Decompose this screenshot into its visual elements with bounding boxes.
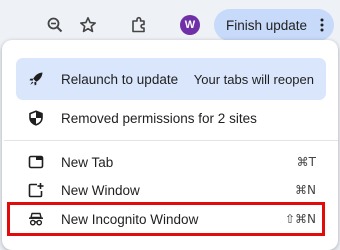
menu-divider bbox=[4, 140, 338, 141]
avatar[interactable]: W bbox=[180, 15, 200, 35]
avatar-letter: W bbox=[184, 19, 196, 31]
new-window-icon bbox=[27, 181, 45, 199]
tabs-reopen-note: Your tabs will reopen bbox=[193, 71, 314, 87]
puzzle-icon[interactable] bbox=[128, 14, 150, 36]
highlight-box bbox=[7, 202, 325, 236]
kebab-menu-icon[interactable] bbox=[320, 18, 324, 35]
removed-permissions-label: Removed permissions for 2 sites bbox=[61, 110, 257, 126]
new-window-label: New Window bbox=[61, 182, 140, 198]
new-tab-shortcut: ⌘T bbox=[296, 155, 316, 169]
new-tab-label: New Tab bbox=[61, 154, 114, 170]
new-window-shortcut: ⌘N bbox=[295, 183, 316, 197]
finish-update-button[interactable]: Finish update bbox=[214, 9, 334, 41]
new-tab-icon bbox=[27, 153, 45, 171]
relaunch-to-update-item[interactable]: Relaunch to update Your tabs will reopen bbox=[16, 58, 326, 100]
shield-icon bbox=[27, 109, 45, 127]
removed-permissions-item[interactable]: Removed permissions for 2 sites bbox=[16, 101, 326, 135]
star-icon[interactable] bbox=[77, 14, 99, 36]
finish-update-label: Finish update bbox=[226, 17, 308, 33]
zoom-out-icon[interactable] bbox=[44, 14, 66, 36]
rocket-icon bbox=[27, 70, 45, 88]
relaunch-label: Relaunch to update bbox=[61, 71, 179, 87]
